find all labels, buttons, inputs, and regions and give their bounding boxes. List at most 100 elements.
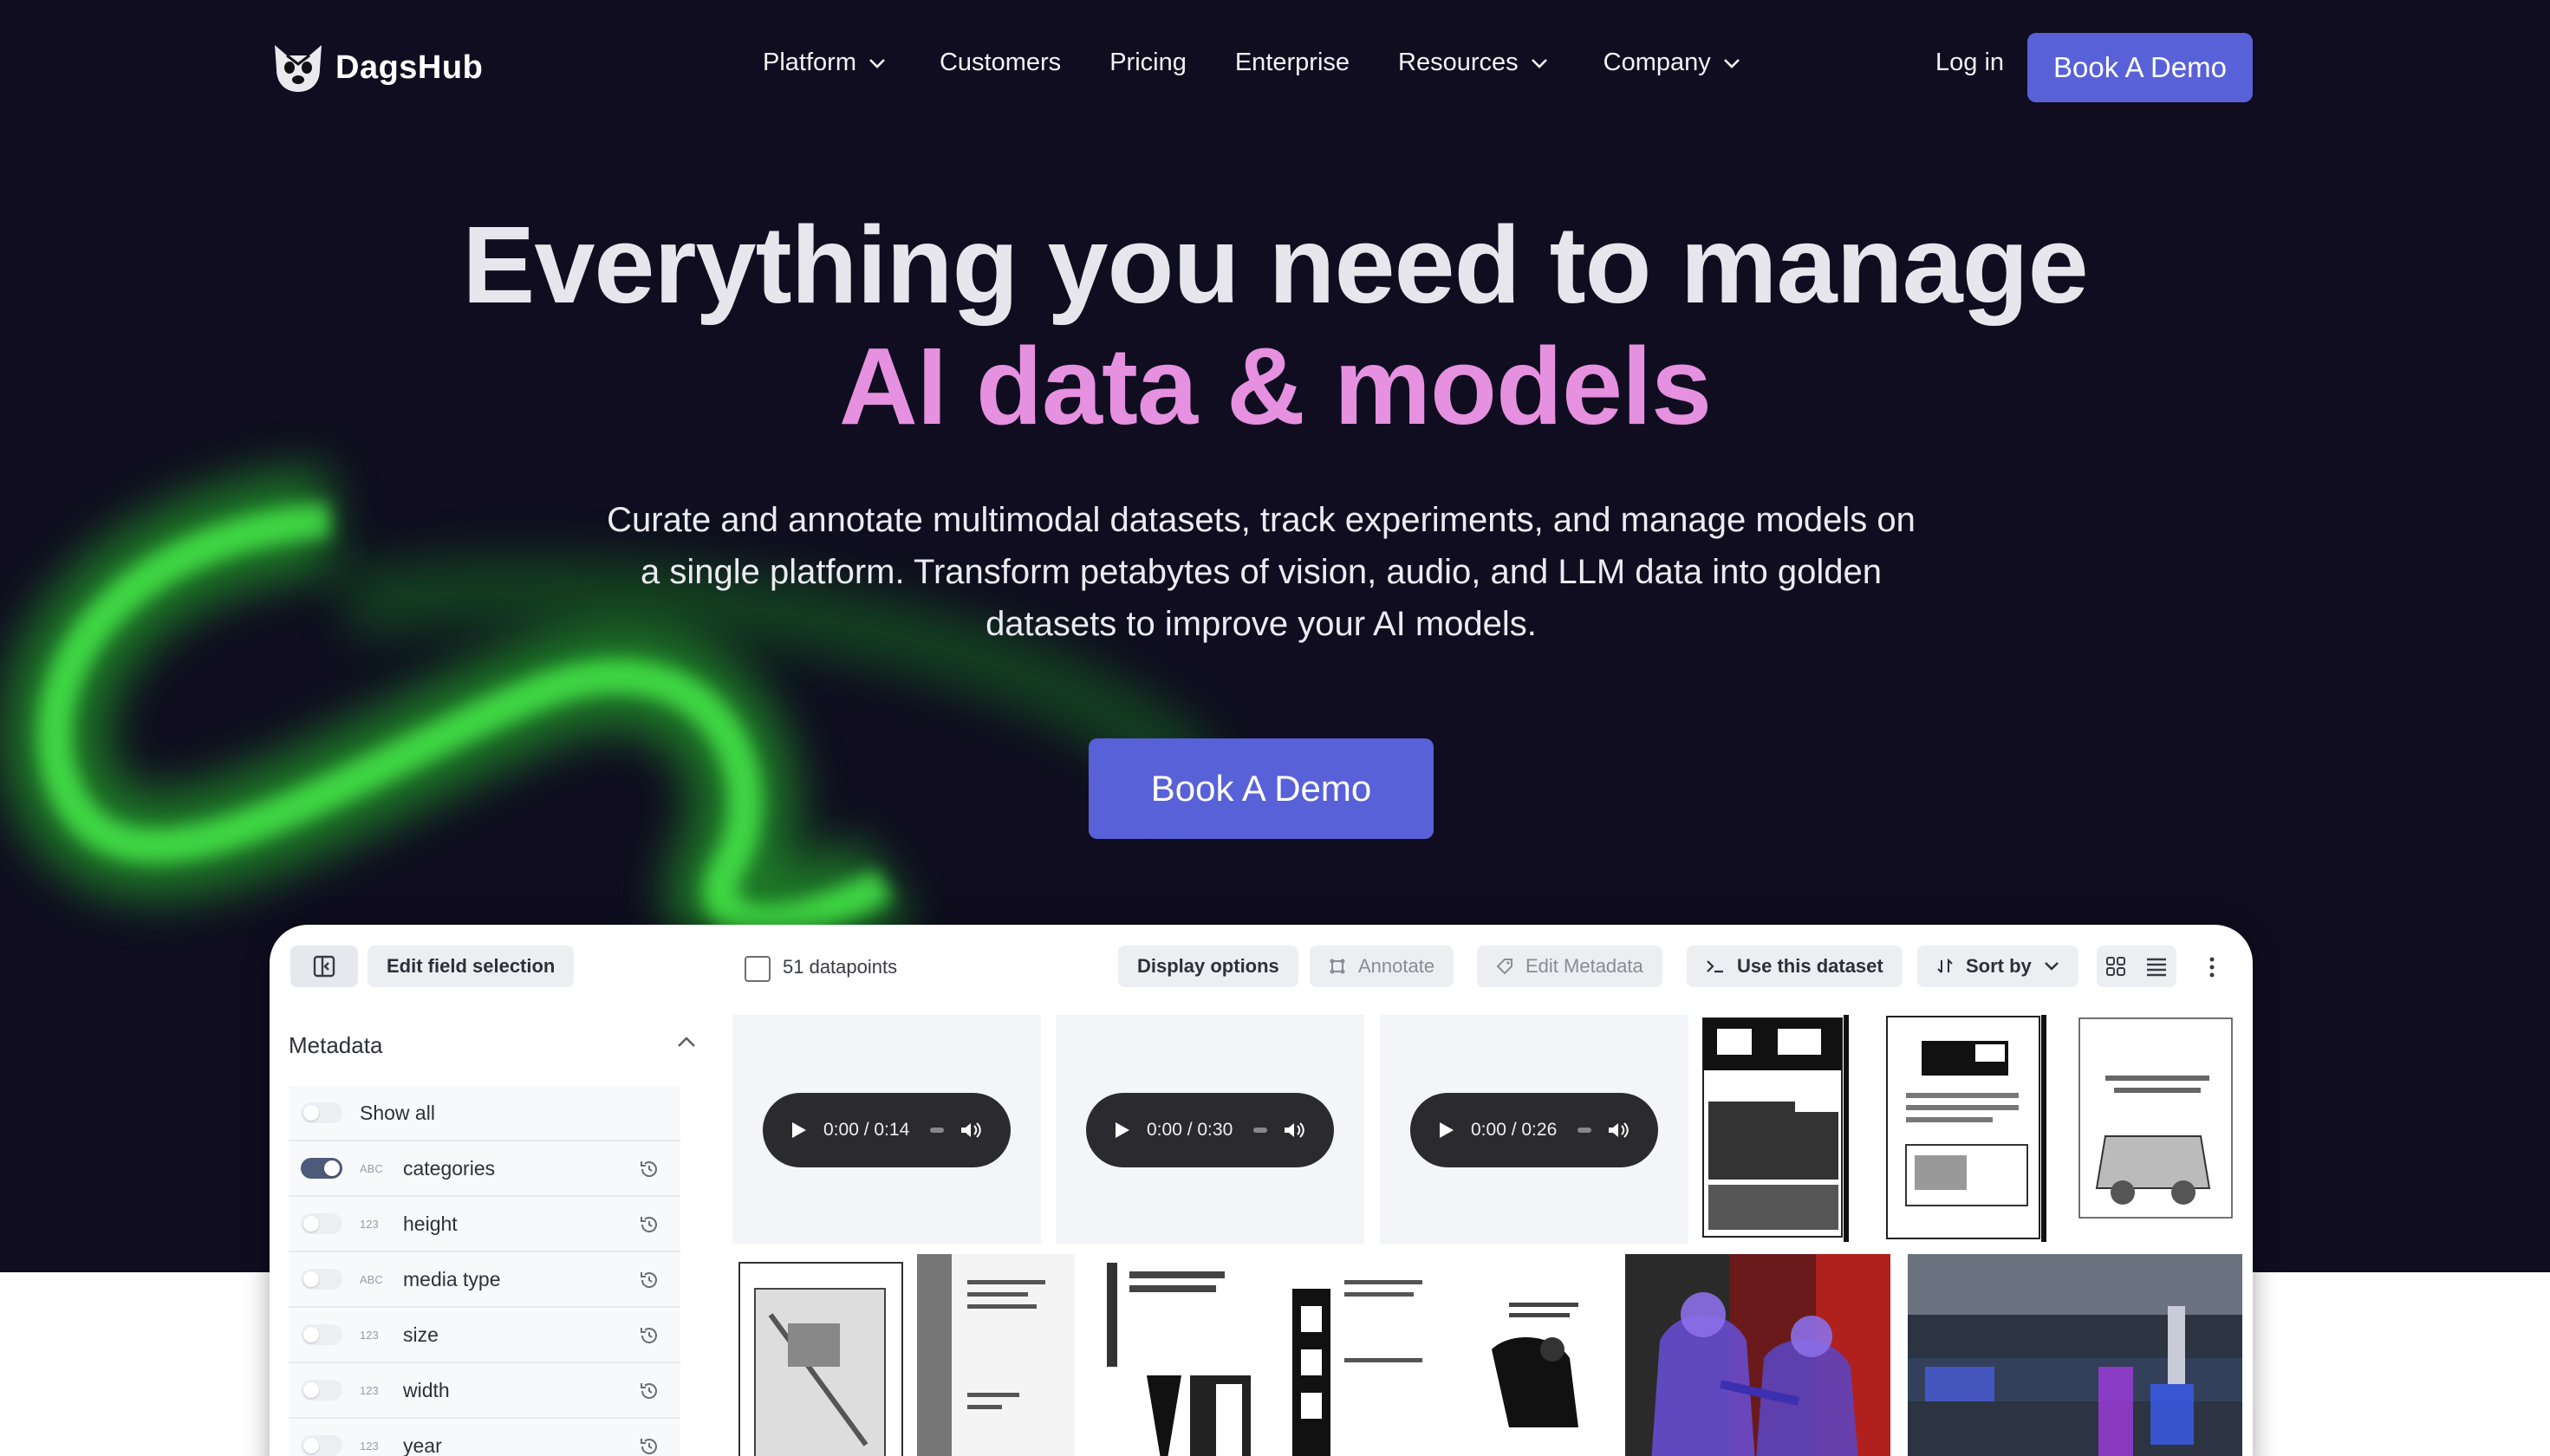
field-toggle[interactable] — [301, 1213, 342, 1234]
scanned-document-image — [2078, 1017, 2233, 1219]
document-thumbnail[interactable] — [1457, 1254, 1617, 1456]
metadata-field-list: Show all ABC categories 123 height ABC m… — [289, 1086, 680, 1456]
nav-platform-label: Platform — [763, 49, 856, 76]
field-row-size[interactable]: 123 size — [289, 1308, 680, 1363]
grid-view-icon[interactable] — [2105, 956, 2126, 977]
edit-field-selection-button[interactable]: Edit field selection — [368, 946, 575, 987]
volume-icon[interactable] — [1283, 1121, 1305, 1140]
history-icon[interactable] — [639, 1159, 660, 1180]
app-preview-panel: Edit field selection 51 datapoints Displ… — [270, 925, 2253, 1456]
field-name: width — [403, 1378, 450, 1401]
field-toggle[interactable] — [301, 1269, 342, 1290]
document-thumbnail[interactable] — [1880, 1015, 2050, 1242]
field-name: year — [403, 1433, 442, 1456]
history-icon[interactable] — [639, 1325, 660, 1346]
document-thumbnail[interactable] — [915, 1254, 1077, 1456]
chevron-up-icon[interactable] — [677, 1036, 696, 1048]
volume-icon[interactable] — [1607, 1121, 1630, 1140]
document-thumbnail[interactable] — [1700, 1015, 1859, 1242]
nav-customers[interactable]: Customers — [940, 49, 1061, 77]
document-thumbnail[interactable] — [736, 1254, 906, 1456]
display-options-button[interactable]: Display options — [1118, 946, 1298, 987]
nav-resources[interactable]: Resources — [1398, 49, 1548, 77]
history-icon[interactable] — [639, 1381, 660, 1401]
field-toggle[interactable] — [301, 1324, 342, 1345]
audio-time: 0:00 / 0:30 — [1147, 1120, 1233, 1140]
toggle-sidebar-button[interactable] — [290, 946, 358, 987]
progress-bar[interactable] — [930, 1128, 945, 1133]
audio-time: 0:00 / 0:14 — [823, 1120, 910, 1140]
play-icon[interactable] — [792, 1122, 806, 1138]
field-type-badge: 123 — [360, 1217, 379, 1231]
book-demo-nav-button[interactable]: Book A Demo — [2027, 33, 2253, 102]
play-icon[interactable] — [1116, 1122, 1129, 1138]
audio-player[interactable]: 0:00 / 0:14 — [763, 1093, 1011, 1167]
field-row-categories[interactable]: ABC categories — [289, 1141, 680, 1197]
volume-icon[interactable] — [960, 1121, 982, 1140]
nav-enterprise[interactable]: Enterprise — [1235, 49, 1350, 77]
terminal-icon — [1707, 960, 1723, 973]
progress-bar[interactable] — [1577, 1128, 1592, 1133]
edit-metadata-label: Edit Metadata — [1525, 955, 1643, 977]
headline-line-2: AI data & models — [838, 325, 1712, 447]
document-thumbnail[interactable] — [1275, 1254, 1440, 1456]
field-row-year[interactable]: 123 year — [289, 1419, 680, 1456]
scanned-document-image — [917, 1254, 1075, 1456]
history-icon[interactable] — [639, 1270, 660, 1290]
nav-enterprise-label: Enterprise — [1234, 49, 1350, 76]
audio-tile[interactable]: 0:00 / 0:30 — [1056, 1015, 1364, 1244]
field-type-badge: ABC — [360, 1161, 383, 1175]
list-view-icon[interactable] — [2145, 956, 2168, 977]
nav-pricing-label: Pricing — [1109, 49, 1187, 76]
history-icon[interactable] — [639, 1436, 660, 1456]
datapoints-count: 51 datapoints — [783, 956, 898, 978]
edit-metadata-button[interactable]: Edit Metadata — [1477, 946, 1662, 987]
book-demo-hero-button[interactable]: Book A Demo — [1089, 738, 1434, 839]
field-name: size — [403, 1323, 439, 1346]
nav-customers-label: Customers — [939, 49, 1062, 76]
field-toggle[interactable] — [301, 1435, 342, 1456]
use-this-dataset-button[interactable]: Use this dataset — [1687, 946, 1903, 987]
nav-platform[interactable]: Platform — [763, 49, 886, 77]
field-toggle[interactable] — [301, 1380, 342, 1401]
scanned-document-image — [1457, 1254, 1617, 1456]
select-all-checkbox[interactable] — [745, 956, 771, 982]
field-row-show-all[interactable]: Show all — [289, 1086, 680, 1141]
audio-player[interactable]: 0:00 / 0:30 — [1086, 1093, 1334, 1167]
field-toggle[interactable] — [301, 1158, 342, 1179]
hero-headline: Everything you need to manage AI data & … — [0, 205, 2550, 447]
edit-field-selection-label: Edit field selection — [387, 955, 556, 977]
scanned-document-image — [1702, 1015, 1849, 1242]
more-options-icon[interactable] — [2208, 956, 2216, 978]
scanned-document-image — [1098, 1254, 1261, 1456]
history-icon[interactable] — [639, 1214, 660, 1235]
document-thumbnail[interactable] — [1095, 1254, 1265, 1456]
image-thumbnail[interactable] — [1908, 1254, 2242, 1456]
view-toggle — [2097, 946, 2176, 987]
nav-company[interactable]: Company — [1604, 49, 1740, 77]
segmented-street-image — [1908, 1254, 2242, 1456]
audio-tile[interactable]: 0:00 / 0:14 — [732, 1015, 1041, 1244]
brand-logo[interactable]: DagsHub — [270, 40, 483, 95]
play-icon[interactable] — [1440, 1122, 1454, 1138]
show-all-toggle[interactable] — [301, 1102, 342, 1123]
audio-tile[interactable]: 0:00 / 0:26 — [1380, 1015, 1688, 1244]
audio-player[interactable]: 0:00 / 0:26 — [1410, 1093, 1658, 1167]
document-thumbnail[interactable] — [2062, 1015, 2241, 1242]
image-thumbnail[interactable] — [1625, 1254, 1890, 1456]
chevron-down-icon — [1723, 58, 1740, 68]
field-row-media-type[interactable]: ABC media type — [289, 1252, 680, 1308]
sort-by-button[interactable]: Sort by — [1917, 946, 2078, 987]
field-name: categories — [403, 1156, 496, 1180]
field-name: height — [403, 1212, 458, 1235]
annotate-button[interactable]: Annotate — [1310, 946, 1454, 987]
segmented-photo-image — [1625, 1254, 1890, 1456]
progress-bar[interactable] — [1253, 1128, 1268, 1133]
nav-pricing[interactable]: Pricing — [1109, 49, 1187, 77]
field-row-height[interactable]: 123 height — [289, 1197, 680, 1252]
scanned-document-image — [738, 1262, 903, 1456]
chevron-down-icon — [2044, 962, 2059, 971]
login-link[interactable]: Log in — [1935, 49, 2004, 77]
chevron-down-icon — [869, 58, 885, 68]
field-row-width[interactable]: 123 width — [289, 1363, 680, 1419]
